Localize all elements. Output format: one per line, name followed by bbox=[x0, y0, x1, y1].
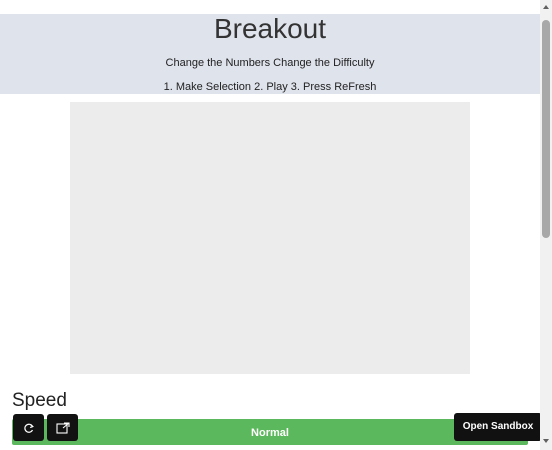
open-external-icon bbox=[55, 421, 70, 434]
page-title: Breakout bbox=[213, 13, 327, 44]
refresh-icon bbox=[23, 423, 34, 433]
scroll-down-icon[interactable] bbox=[540, 436, 552, 446]
game-canvas[interactable] bbox=[70, 102, 470, 374]
open-external-button[interactable] bbox=[47, 414, 78, 441]
speed-select[interactable]: Normal bbox=[12, 419, 528, 445]
instructions: 1. Make Selection 2. Play 3. Press ReFre… bbox=[163, 81, 377, 93]
speed-label: Speed bbox=[12, 390, 67, 411]
open-sandbox-button[interactable]: Open Sandbox bbox=[454, 413, 542, 441]
scroll-up-icon[interactable] bbox=[540, 2, 552, 12]
scrollbar[interactable] bbox=[540, 0, 552, 450]
scrollbar-thumb[interactable] bbox=[542, 20, 550, 238]
header: Breakout Change the Numbers Change the D… bbox=[0, 14, 540, 94]
refresh-button[interactable] bbox=[13, 414, 44, 441]
page-subtitle: Change the Numbers Change the Difficulty bbox=[165, 57, 375, 69]
